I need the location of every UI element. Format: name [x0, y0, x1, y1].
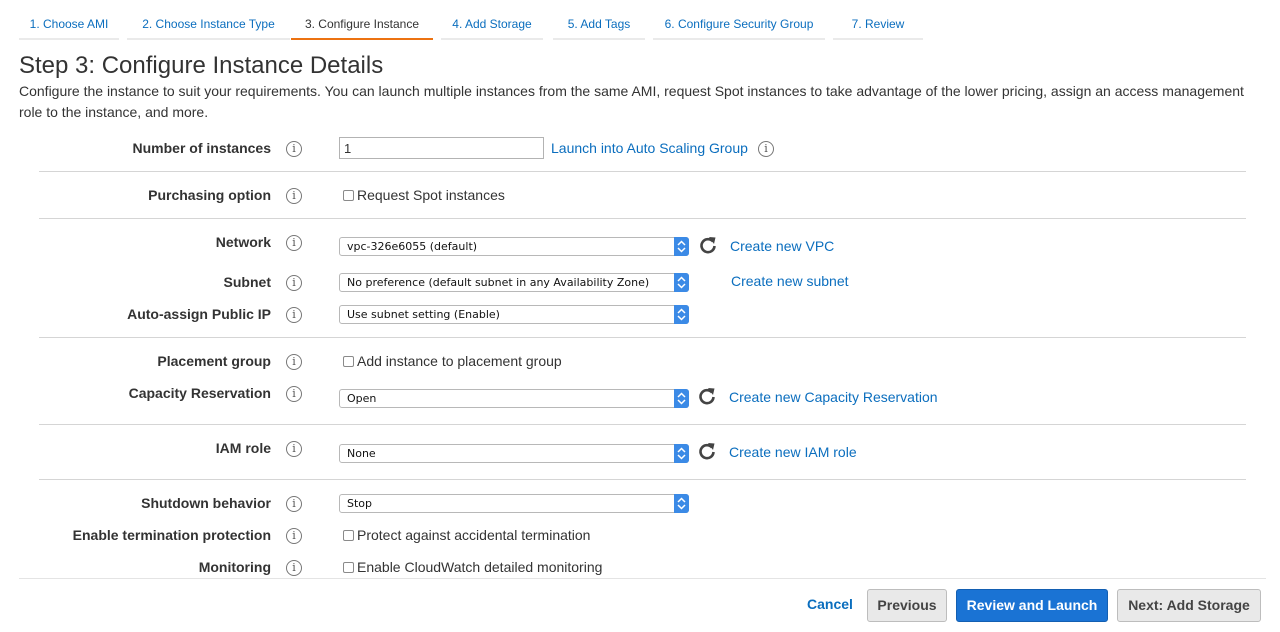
- divider: [39, 424, 1246, 425]
- capacity-reservation-value: Open: [347, 392, 377, 405]
- tab-add-tags[interactable]: 5. Add Tags: [553, 10, 645, 40]
- info-icon[interactable]: i: [286, 496, 302, 512]
- select-arrows-icon: [674, 237, 689, 256]
- info-icon[interactable]: i: [286, 188, 302, 204]
- info-icon[interactable]: i: [286, 386, 302, 402]
- label-network: Network: [215, 234, 271, 250]
- iam-role-value: None: [347, 447, 376, 460]
- cancel-button[interactable]: Cancel: [800, 589, 860, 622]
- tab-configure-security-group[interactable]: 6. Configure Security Group: [653, 10, 825, 40]
- info-icon[interactable]: i: [286, 141, 302, 157]
- info-icon[interactable]: i: [286, 307, 302, 323]
- termination-protection-checkbox[interactable]: [343, 530, 354, 541]
- label-monitoring: Monitoring: [198, 559, 271, 575]
- iam-role-select[interactable]: None: [339, 444, 689, 463]
- create-subnet-link[interactable]: Create new subnet: [731, 273, 849, 289]
- auto-assign-ip-value: Use subnet setting (Enable): [347, 308, 500, 321]
- shutdown-behavior-value: Stop: [347, 497, 373, 510]
- divider: [39, 479, 1246, 480]
- tab-add-storage[interactable]: 4. Add Storage: [441, 10, 543, 40]
- shutdown-behavior-select[interactable]: Stop: [339, 494, 689, 513]
- launch-auto-scaling-link[interactable]: Launch into Auto Scaling Group: [551, 140, 748, 156]
- divider: [39, 171, 1246, 172]
- auto-assign-ip-select[interactable]: Use subnet setting (Enable): [339, 305, 689, 324]
- spot-instances-checkbox[interactable]: [343, 190, 354, 201]
- refresh-icon[interactable]: [697, 386, 717, 406]
- tab-choose-instance-type[interactable]: 2. Choose Instance Type: [127, 10, 290, 40]
- create-capacity-reservation-link[interactable]: Create new Capacity Reservation: [729, 389, 938, 405]
- info-icon[interactable]: i: [286, 354, 302, 370]
- info-icon[interactable]: i: [286, 275, 302, 291]
- divider: [39, 337, 1246, 338]
- footer-divider: [19, 578, 1266, 579]
- capacity-reservation-select[interactable]: Open: [339, 389, 689, 408]
- refresh-icon[interactable]: [697, 441, 717, 461]
- label-termination-protection: Enable termination protection: [72, 527, 271, 543]
- label-capacity-reservation: Capacity Reservation: [128, 385, 271, 401]
- review-and-launch-button[interactable]: Review and Launch: [956, 589, 1108, 622]
- info-icon[interactable]: i: [758, 141, 774, 157]
- info-icon[interactable]: i: [286, 441, 302, 457]
- divider: [39, 218, 1246, 219]
- create-iam-role-link[interactable]: Create new IAM role: [729, 444, 857, 460]
- monitoring-checkbox[interactable]: [343, 562, 354, 573]
- placement-group-checkbox-label[interactable]: Add instance to placement group: [357, 353, 562, 369]
- label-subnet: Subnet: [223, 274, 271, 290]
- subnet-select[interactable]: No preference (default subnet in any Ava…: [339, 273, 689, 292]
- label-iam-role: IAM role: [215, 440, 271, 456]
- subnet-select-value: No preference (default subnet in any Ava…: [347, 276, 650, 289]
- select-arrows-icon: [674, 389, 689, 408]
- select-arrows-icon: [674, 305, 689, 324]
- label-purchasing-option: Purchasing option: [148, 187, 271, 203]
- label-placement-group: Placement group: [157, 353, 271, 369]
- termination-protection-checkbox-label[interactable]: Protect against accidental termination: [357, 527, 590, 543]
- refresh-icon[interactable]: [698, 235, 718, 255]
- info-icon[interactable]: i: [286, 528, 302, 544]
- info-icon[interactable]: i: [286, 560, 302, 576]
- tab-choose-ami[interactable]: 1. Choose AMI: [19, 10, 119, 40]
- tab-review[interactable]: 7. Review: [833, 10, 923, 40]
- select-arrows-icon: [674, 273, 689, 292]
- next-add-storage-button[interactable]: Next: Add Storage: [1117, 589, 1261, 622]
- tab-configure-instance[interactable]: 3. Configure Instance: [291, 10, 433, 40]
- info-icon[interactable]: i: [286, 235, 302, 251]
- select-arrows-icon: [674, 444, 689, 463]
- select-arrows-icon: [674, 494, 689, 513]
- label-shutdown-behavior: Shutdown behavior: [141, 495, 271, 511]
- create-vpc-link[interactable]: Create new VPC: [730, 238, 834, 254]
- previous-button[interactable]: Previous: [867, 589, 947, 622]
- monitoring-checkbox-label[interactable]: Enable CloudWatch detailed monitoring: [357, 559, 602, 575]
- spot-instances-label[interactable]: Request Spot instances: [357, 187, 505, 203]
- network-select[interactable]: vpc-326e6055 (default): [339, 237, 689, 256]
- number-of-instances-input[interactable]: [339, 137, 544, 159]
- page-title: Step 3: Configure Instance Details: [19, 52, 384, 79]
- placement-group-checkbox[interactable]: [343, 356, 354, 367]
- page-description: Configure the instance to suit your requ…: [19, 83, 1244, 120]
- network-select-value: vpc-326e6055 (default): [347, 240, 478, 253]
- label-number-of-instances: Number of instances: [132, 140, 271, 156]
- label-auto-assign-ip: Auto-assign Public IP: [127, 306, 271, 322]
